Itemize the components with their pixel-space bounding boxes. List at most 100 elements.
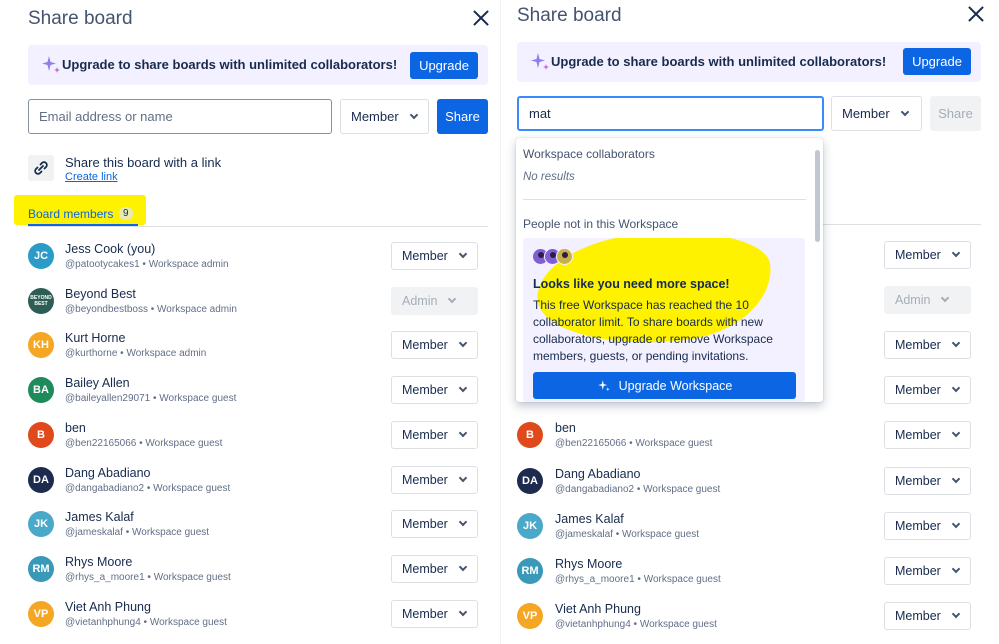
member-role-label: Member bbox=[895, 473, 941, 488]
member-role-select[interactable]: Member bbox=[391, 331, 478, 360]
member-role-select[interactable]: Member bbox=[884, 511, 971, 540]
share-link-title: Share this board with a link bbox=[65, 155, 222, 170]
member-name: Jess Cook (you) bbox=[65, 242, 156, 256]
member-role-label: Member bbox=[402, 606, 448, 621]
avatar: KH bbox=[28, 332, 54, 359]
member-handle: @rhys_a_moore1 • Workspace guest bbox=[555, 573, 721, 585]
member-role-select[interactable]: Member bbox=[391, 242, 478, 270]
avatar: VP bbox=[517, 602, 543, 629]
banner-text: Upgrade to share boards with unlimited c… bbox=[551, 54, 887, 69]
member-handle: @ben22165066 • Workspace guest bbox=[65, 437, 223, 449]
avatar: JK bbox=[28, 511, 54, 538]
tab-board-members[interactable]: Board members bbox=[28, 207, 113, 221]
chevron-down-icon bbox=[458, 428, 468, 438]
chevron-down-icon bbox=[448, 294, 457, 303]
member-handle: @jameskalaf • Workspace guest bbox=[555, 528, 700, 540]
card-text: This free Workspace has reached the 10 c… bbox=[533, 298, 773, 363]
banner-text: Upgrade to share boards with unlimited c… bbox=[62, 57, 398, 72]
divider bbox=[523, 199, 806, 200]
member-role-label: Member bbox=[895, 518, 941, 533]
close-icon[interactable] bbox=[472, 9, 490, 27]
member-role-label: Member bbox=[402, 561, 448, 576]
member-name: ben bbox=[555, 421, 576, 436]
member-role-label: Member bbox=[895, 248, 941, 262]
member-handle: @patootycakes1 • Workspace admin bbox=[65, 259, 229, 270]
member-name: Dang Abadiano bbox=[555, 466, 641, 481]
member-handle: @baileyallen29071 • Workspace guest bbox=[65, 393, 237, 405]
avatar: RM bbox=[517, 557, 543, 584]
role-select[interactable]: Member bbox=[831, 96, 922, 131]
member-name: Rhys Moore bbox=[555, 556, 623, 571]
member-role-select[interactable]: Member bbox=[884, 241, 971, 269]
avatar: JC bbox=[28, 243, 54, 269]
avatar: B bbox=[28, 421, 54, 448]
upgrade-button[interactable]: Upgrade bbox=[903, 48, 971, 75]
member-role-select[interactable]: Member bbox=[884, 556, 971, 585]
member-role-select: Admin bbox=[391, 286, 478, 315]
chevron-down-icon bbox=[458, 383, 468, 393]
member-role-select[interactable]: Member bbox=[884, 466, 971, 495]
member-role-select[interactable]: Member bbox=[391, 376, 478, 405]
member-role-label: Member bbox=[402, 338, 448, 353]
member-role-label: Member bbox=[895, 608, 941, 623]
email-input[interactable]: mat bbox=[517, 96, 824, 131]
chevron-down-icon bbox=[458, 473, 468, 482]
member-name: Viet Anh Phung bbox=[65, 599, 151, 614]
sparkle-icon bbox=[597, 379, 610, 391]
member-handle: @vietanhphung4 • Workspace guest bbox=[555, 618, 717, 630]
member-handle: @kurthorne • Workspace admin bbox=[65, 348, 207, 360]
sparkle-icon bbox=[531, 53, 549, 70]
member-name: Viet Anh Phung bbox=[555, 601, 641, 616]
member-name: Beyond Best bbox=[65, 286, 136, 301]
member-name: ben bbox=[65, 420, 86, 435]
member-handle: @dangabadiano2 • Workspace guest bbox=[65, 482, 231, 494]
member-role-select[interactable]: Member bbox=[884, 331, 971, 360]
section-workspace-collaborators: Workspace collaborators bbox=[523, 147, 655, 161]
sparkle-icon bbox=[42, 56, 60, 73]
avatar: JK bbox=[517, 512, 543, 539]
avatar: VP bbox=[28, 600, 54, 627]
upgrade-button[interactable]: Upgrade bbox=[410, 52, 478, 79]
no-results-text: No results bbox=[523, 171, 575, 183]
member-role-label: Member bbox=[402, 383, 448, 398]
chevron-down-icon bbox=[458, 562, 468, 572]
share-button[interactable]: Share bbox=[437, 99, 488, 134]
panel-title: Share board bbox=[517, 5, 622, 26]
avatar: BA bbox=[28, 377, 54, 404]
member-role-select[interactable]: Member bbox=[884, 376, 971, 405]
member-role-select[interactable]: Member bbox=[391, 420, 478, 449]
close-icon[interactable] bbox=[967, 5, 985, 23]
member-role-label: Admin bbox=[402, 293, 438, 308]
chevron-down-icon bbox=[458, 517, 468, 527]
member-role-select[interactable]: Member bbox=[391, 599, 478, 628]
email-input[interactable]: Email address or name bbox=[28, 99, 332, 134]
share-button[interactable]: Share bbox=[930, 96, 981, 131]
member-role-select[interactable]: Member bbox=[391, 510, 478, 539]
upgrade-workspace-button[interactable]: Upgrade Workspace bbox=[533, 372, 796, 399]
upgrade-banner: Upgrade to share boards with unlimited c… bbox=[517, 42, 981, 82]
member-role-select[interactable]: Member bbox=[391, 465, 478, 494]
create-link[interactable]: Create link bbox=[65, 171, 118, 183]
avatar: DA bbox=[517, 467, 543, 494]
member-role-label: Member bbox=[895, 428, 941, 443]
member-handle: @rhys_a_moore1 • Workspace guest bbox=[65, 571, 231, 583]
member-role-select[interactable]: Member bbox=[884, 421, 971, 450]
member-role-select[interactable]: Member bbox=[391, 554, 478, 583]
member-handle: @ben22165066 • Workspace guest bbox=[555, 438, 713, 450]
member-role-label: Member bbox=[402, 517, 448, 532]
chevron-down-icon bbox=[951, 519, 961, 528]
chevron-down-icon bbox=[951, 338, 961, 348]
chevron-down-icon bbox=[941, 293, 950, 303]
chevron-down-icon bbox=[951, 248, 961, 258]
chevron-down-icon bbox=[951, 609, 961, 619]
member-role-label: Member bbox=[402, 427, 448, 442]
upgrade-banner: Upgrade to share boards with unlimited c… bbox=[28, 45, 488, 85]
role-select[interactable]: Member bbox=[340, 99, 429, 134]
upgrade-card: Looks like you need more space! This fre… bbox=[523, 238, 805, 402]
scrollbar[interactable] bbox=[815, 150, 820, 242]
member-role-label: Member bbox=[402, 249, 448, 263]
chevron-down-icon bbox=[951, 384, 961, 393]
member-role-select[interactable]: Member bbox=[884, 601, 971, 630]
avatar: BEYOND BEST bbox=[28, 287, 54, 314]
chevron-down-icon bbox=[951, 429, 961, 438]
